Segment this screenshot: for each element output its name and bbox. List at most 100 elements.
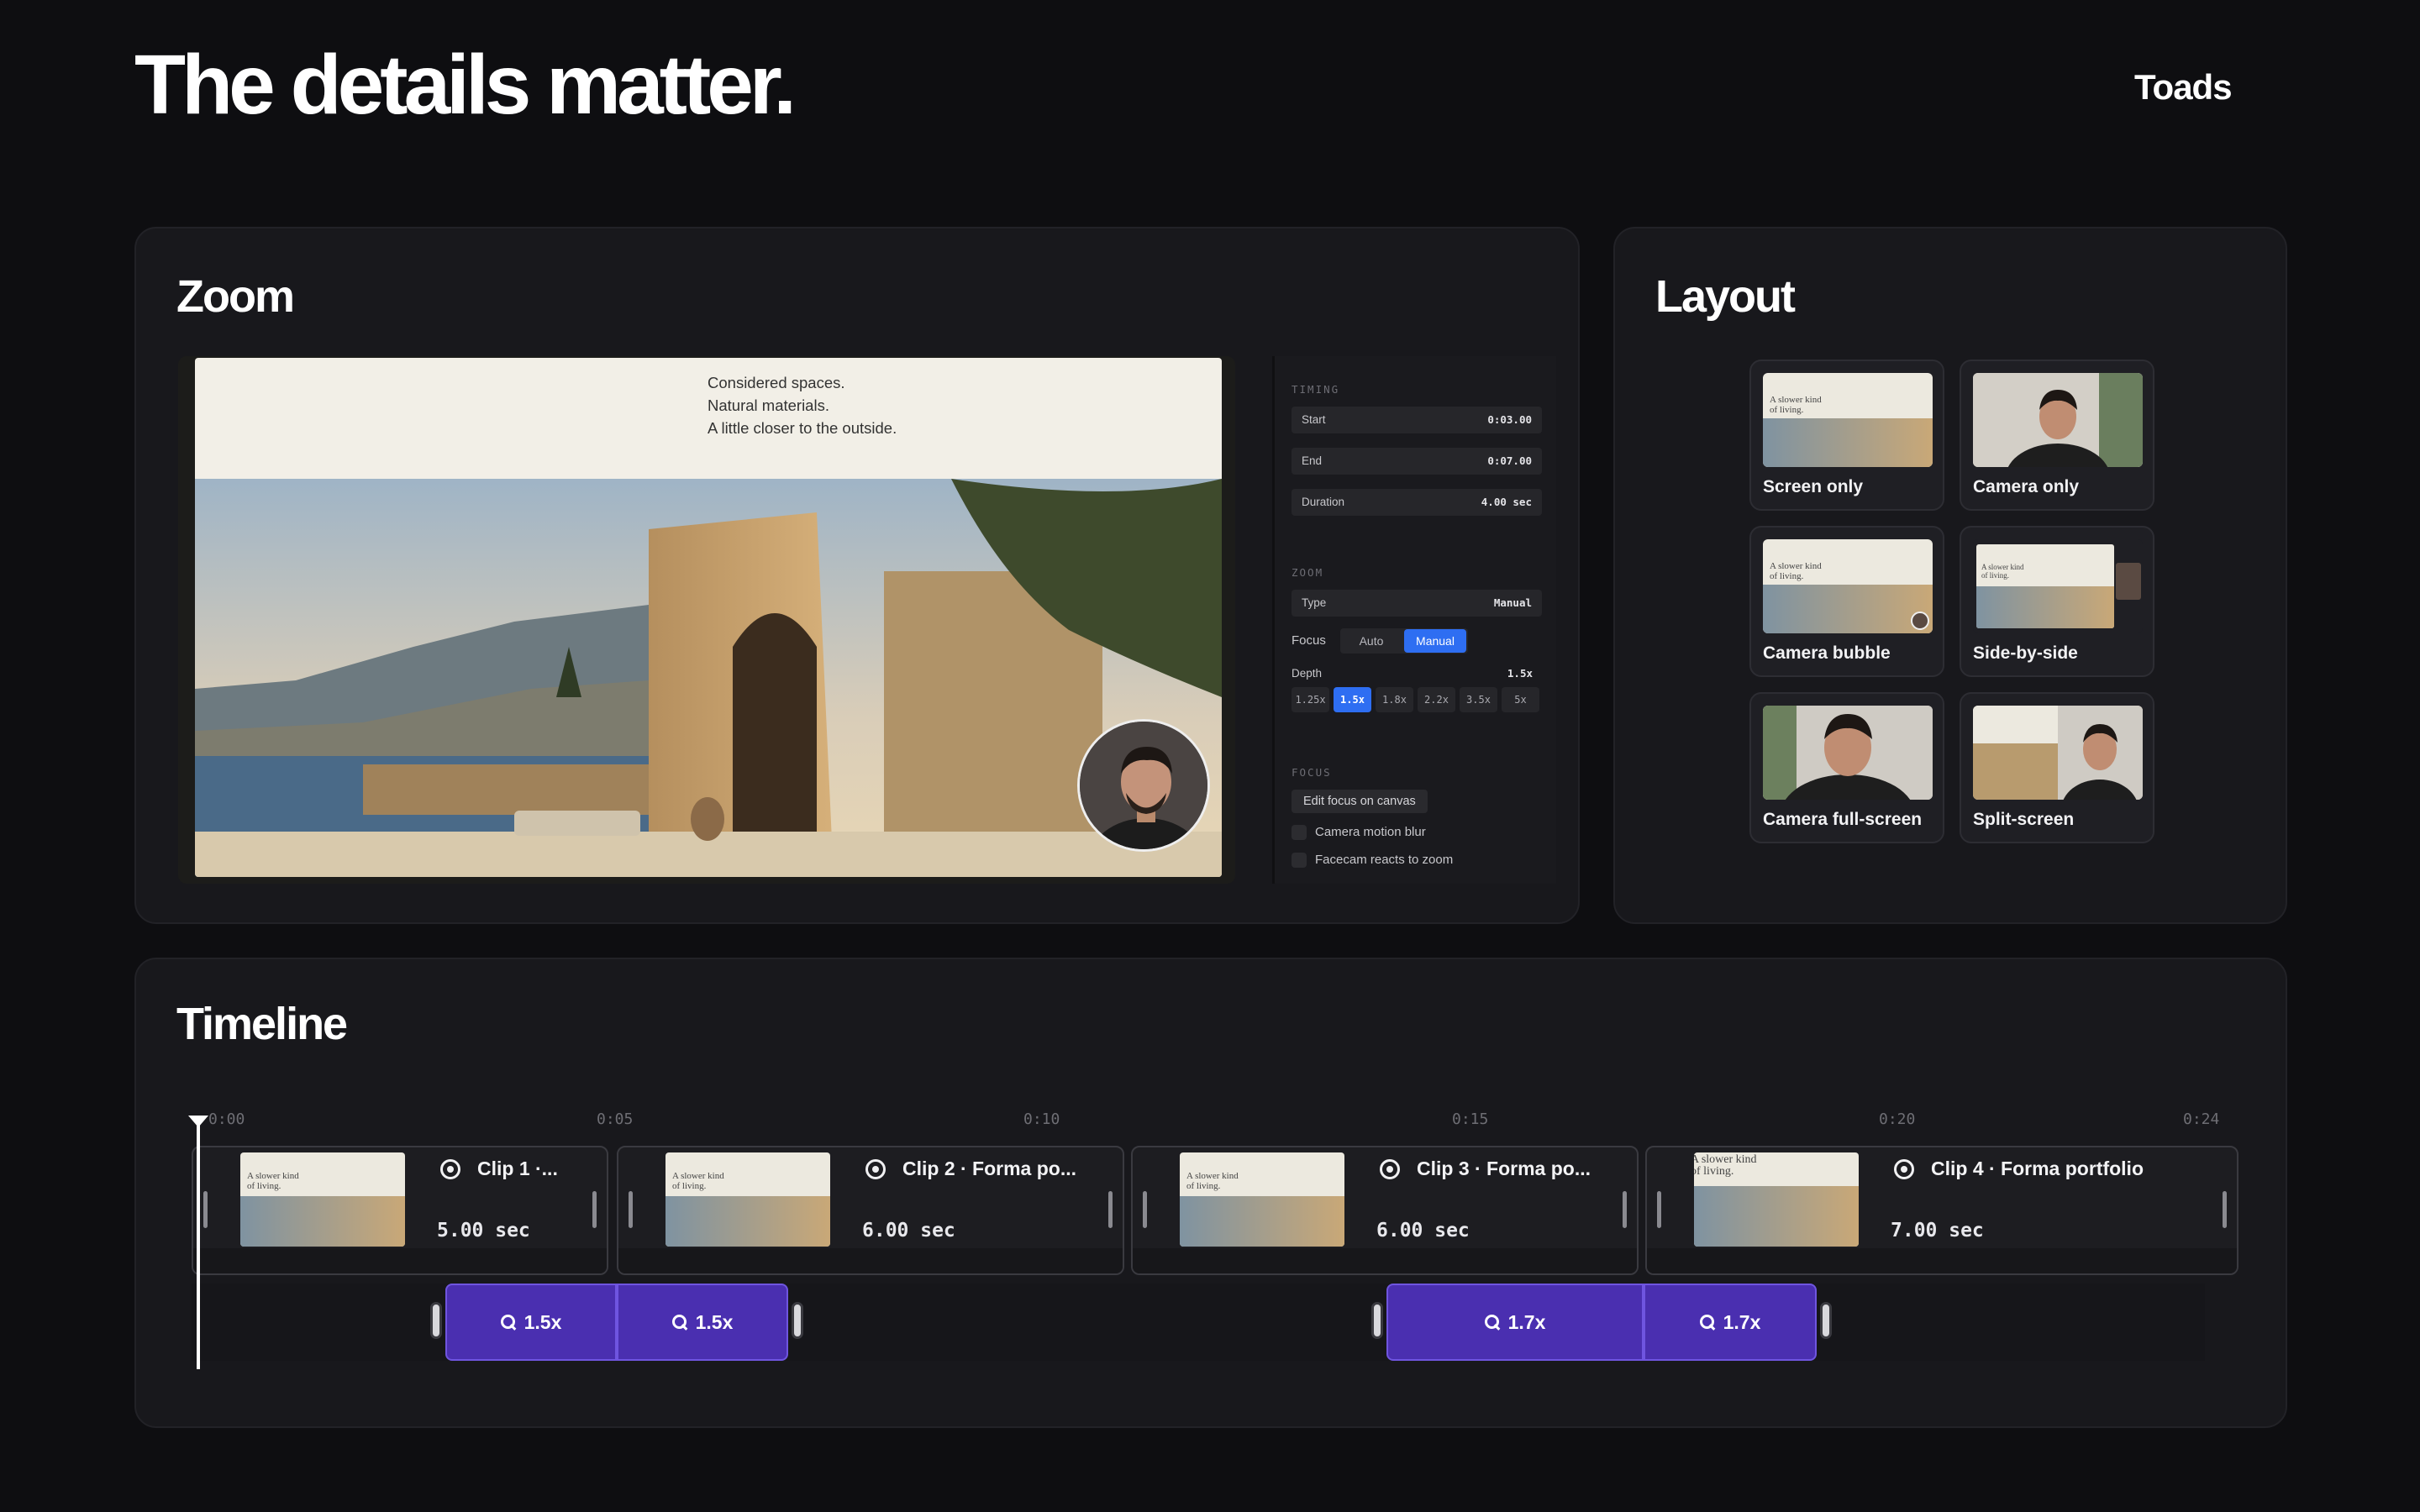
layout-thumb: A slower kind of living. — [1973, 539, 2143, 633]
clip-trim-handle-right[interactable] — [1108, 1191, 1113, 1228]
clip-strip — [618, 1248, 1123, 1273]
clip-trim-handle-left[interactable] — [203, 1191, 208, 1228]
clip-trim-handle-left[interactable] — [1657, 1191, 1661, 1228]
facecam-bubble[interactable] — [1077, 719, 1210, 852]
magnifier-icon — [1699, 1315, 1715, 1330]
clip-thumbnail: A slower kind of living. — [1180, 1152, 1344, 1247]
focus-mode-toggle: Auto Manual — [1340, 628, 1468, 654]
layout-label: Side-by-side — [1973, 643, 2078, 663]
layout-camera-full-screen[interactable]: Camera full-screen — [1749, 692, 1944, 843]
layout-thumb: A slower kind of living. — [1763, 539, 1933, 633]
person-thumb — [1763, 706, 1933, 800]
duration-field[interactable]: Duration 4.00 sec — [1292, 489, 1542, 516]
depth-option-2-2[interactable]: 2.2x — [1418, 687, 1455, 712]
layout-label: Split-screen — [1973, 810, 2075, 829]
thumb-scene — [1976, 586, 2114, 628]
depth-option-3-5[interactable]: 3.5x — [1460, 687, 1497, 712]
zoom-preview: Considered spaces. Natural materials. A … — [178, 356, 1235, 884]
edit-focus-button[interactable]: Edit focus on canvas — [1292, 790, 1428, 813]
layout-split-screen[interactable]: Split-screen — [1960, 692, 2154, 843]
clip-trim-handle-left[interactable] — [1143, 1191, 1147, 1228]
canvas-headline: Considered spaces. Natural materials. A … — [708, 371, 897, 439]
zoom-segment-level: 1.7x — [1507, 1310, 1546, 1333]
timeline-clip-2[interactable]: A slower kind of living. Clip 2 · Forma … — [617, 1146, 1124, 1275]
zoom-segment-3[interactable]: 1.7x — [1386, 1284, 1644, 1361]
zoom-segment-handle-right[interactable] — [792, 1302, 803, 1339]
playhead-line[interactable] — [197, 1122, 200, 1369]
layout-label: Screen only — [1763, 477, 1864, 496]
focus-auto-option[interactable]: Auto — [1342, 629, 1401, 653]
clip-trim-handle-right[interactable] — [2223, 1191, 2227, 1228]
layout-screen-only[interactable]: A slower kind of living. Screen only — [1749, 360, 1944, 511]
ruler-tick: 0:00 — [208, 1110, 245, 1128]
page-title: The details matter. — [134, 38, 797, 132]
clip-thumbnail: A slower kind of living. — [1694, 1152, 1859, 1247]
motion-blur-checkbox[interactable] — [1292, 825, 1307, 840]
type-label: Type — [1302, 596, 1327, 609]
zoom-segment-handle-left[interactable] — [430, 1302, 442, 1339]
motion-blur-label: Camera motion blur — [1315, 825, 1426, 839]
thumb-headline: A slower kind of living. — [1981, 563, 2024, 580]
clip-trim-handle-right[interactable] — [1623, 1191, 1627, 1228]
type-value: Manual — [1493, 596, 1532, 609]
thumb-scene — [1973, 706, 2058, 800]
thumb-scene — [240, 1196, 405, 1247]
depth-option-5[interactable]: 5x — [1502, 687, 1539, 712]
layout-thumb: A slower kind of living. — [1763, 373, 1933, 467]
layout-card-title: Layout — [1655, 271, 1796, 322]
ruler-tick: 0:15 — [1452, 1110, 1489, 1128]
end-field[interactable]: End 0:07.00 — [1292, 448, 1542, 475]
thumb-scene — [1694, 1186, 1859, 1247]
layout-camera-only[interactable]: Camera only — [1960, 360, 2154, 511]
layout-thumb — [1763, 706, 1933, 800]
timeline-clip-1[interactable]: A slower kind of living. Clip 1 ·... 5.0… — [192, 1146, 608, 1275]
layout-label: Camera full-screen — [1763, 810, 1923, 829]
layout-side-by-side[interactable]: A slower kind of living. Side-by-side — [1960, 526, 2154, 677]
mini-screen: A slower kind of living. — [1976, 544, 2114, 628]
depth-option-1-25[interactable]: 1.25x — [1292, 687, 1329, 712]
villa-photo — [195, 479, 1222, 877]
thumb-headline: A slower kind of living. — [1694, 1153, 1757, 1178]
layout-camera-bubble[interactable]: A slower kind of living. Camera bubble — [1749, 526, 1944, 677]
depth-label: Depth — [1292, 667, 1323, 680]
layout-card: Layout A slower kind of living. Screen o… — [1613, 227, 2287, 924]
thumb-headline: A slower kind of living. — [247, 1171, 299, 1191]
thumb-scene — [1180, 1196, 1344, 1247]
focus-target-icon — [865, 1159, 886, 1179]
zoom-segment-4[interactable]: 1.7x — [1644, 1284, 1817, 1361]
zoom-segment-level: 1.5x — [695, 1310, 734, 1333]
person-avatar — [1080, 722, 1207, 849]
depth-option-1-8[interactable]: 1.8x — [1376, 687, 1413, 712]
thumb-scene — [666, 1196, 830, 1247]
zoom-card: Zoom Considered spaces. Natural material… — [134, 227, 1580, 924]
timeline-clip-3[interactable]: A slower kind of living. Clip 3 · Forma … — [1131, 1146, 1639, 1275]
clip-duration: 7.00 sec — [1891, 1220, 1984, 1242]
layout-label: Camera bubble — [1763, 643, 1891, 663]
person-thumb — [2058, 706, 2143, 800]
thumb-scene — [1763, 585, 1933, 633]
timeline-clip-4[interactable]: A slower kind of living. Clip 4 · Forma … — [1645, 1146, 2238, 1275]
brand-logo[interactable]: Toads — [2134, 67, 2233, 108]
clip-duration: 5.00 sec — [437, 1220, 530, 1242]
duration-label: Duration — [1302, 496, 1345, 508]
timeline-card-title: Timeline — [176, 999, 348, 1049]
zoom-segment-1[interactable]: 1.5x — [445, 1284, 617, 1361]
clip-title: Clip 2 · Forma po... — [902, 1158, 1077, 1179]
zoom-segment-handle-left[interactable] — [1371, 1302, 1383, 1339]
zoom-segment-level: 1.7x — [1723, 1310, 1761, 1333]
ruler-tick: 0:10 — [1023, 1110, 1060, 1128]
zoom-segment-2[interactable]: 1.5x — [617, 1284, 788, 1361]
preview-canvas[interactable]: Considered spaces. Natural materials. A … — [195, 358, 1222, 877]
clip-trim-handle-left[interactable] — [629, 1191, 633, 1228]
canvas-line-3: A little closer to the outside. — [708, 419, 897, 437]
start-value: 0:03.00 — [1487, 413, 1532, 426]
thumb-headline: A slower kind of living. — [1770, 561, 1822, 581]
facecam-zoom-checkbox[interactable] — [1292, 853, 1307, 868]
zoom-type-select[interactable]: Type Manual — [1292, 590, 1542, 617]
focus-manual-option[interactable]: Manual — [1404, 629, 1466, 653]
clip-trim-handle-right[interactable] — [592, 1191, 597, 1228]
start-field[interactable]: Start 0:03.00 — [1292, 407, 1542, 433]
layout-thumb — [1973, 373, 2143, 467]
zoom-segment-handle-right[interactable] — [1820, 1302, 1832, 1339]
depth-option-1-5[interactable]: 1.5x — [1334, 687, 1371, 712]
